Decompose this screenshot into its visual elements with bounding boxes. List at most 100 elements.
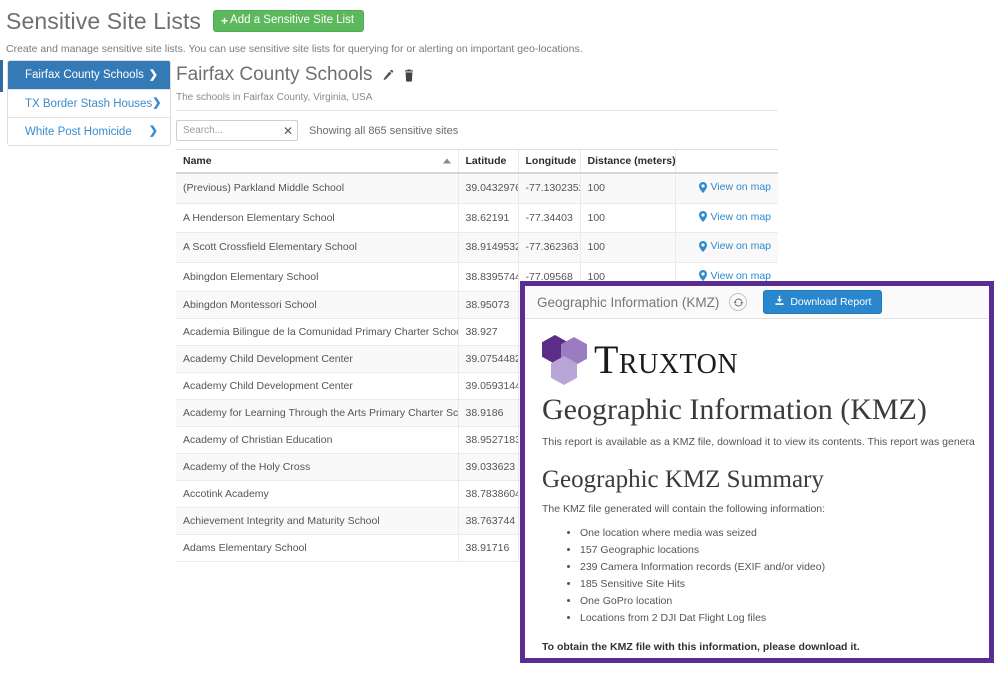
column-header-distance[interactable]: Distance (meters) [579,149,676,174]
cell-name: Academy of the Holy Cross [176,453,458,481]
view-on-map-link[interactable]: View on map [699,270,771,282]
cell-latitude: 39.0754482 [457,345,518,373]
page-subtitle: Create and manage sensitive site lists. … [6,43,583,55]
summary-list-item: 157 Geographic locations [580,542,989,559]
table-row[interactable]: A Scott Crossfield Elementary School 38.9… [176,232,778,263]
view-on-map-link[interactable]: View on map [699,181,771,193]
column-header-actions [674,149,778,174]
page-title: Sensitive Site Lists [6,7,202,34]
download-report-button[interactable]: Download Report [763,290,883,314]
cell-latitude: 38.927 [457,318,518,346]
plus-icon: + [221,14,229,28]
cell-name: Abingdon Elementary School [176,262,458,292]
cell-name: (Previous) Parkland Middle School [176,173,458,204]
sidebar-item-label: TX Border Stash Houses [25,97,153,110]
view-on-map-link[interactable]: View on map [699,240,771,252]
summary-footer-note: To obtain the KMZ file with this informa… [542,641,860,653]
cell-name: Academy for Learning Through the Arts Pr… [176,399,458,427]
summary-list-item: One location where media was seized [580,525,989,542]
summary-list-item: 185 Sensitive Site Hits [580,576,989,593]
detail-title: Fairfax County Schools [176,64,373,85]
cell-name: Accotink Academy [176,480,458,508]
detail-divider [176,110,778,111]
add-sensitive-site-list-button[interactable]: + Add a Sensitive Site List [213,10,365,32]
cell-name: Adams Elementary School [176,534,458,562]
summary-list-item: One GoPro location [580,593,989,610]
summary-intro-text: The KMZ file generated will contain the … [542,503,826,515]
clear-search-icon[interactable]: ✕ [283,125,293,137]
cell-longitude: -77.34403 [517,203,580,233]
column-header-longitude[interactable]: Longitude [517,149,580,174]
search-row: ✕ Showing all 865 sensitive sites [176,120,778,141]
cell-distance: 100 [579,232,675,263]
summary-heading: Geographic KMZ Summary [542,466,824,493]
detail-title-row: Fairfax County Schools [176,62,778,88]
search-input[interactable] [177,125,273,136]
cell-name: Abingdon Montessori School [176,291,458,319]
summary-list-item: 239 Camera Information records (EXIF and… [580,559,989,576]
table-header-row: Name Latitude Longitude Distance (meters… [176,149,778,174]
cell-name: Academia Bilingue de la Comunidad Primar… [176,318,458,346]
view-on-map-label: View on map [710,210,771,223]
sidebar-item-label: White Post Homicide [25,125,132,138]
chevron-right-icon: ❯ [148,125,158,137]
view-on-map-link[interactable]: View on map [699,211,771,223]
table-row[interactable]: (Previous) Parkland Middle School 39.0432… [176,173,778,204]
truxton-logo: Truxton [542,333,989,387]
brand-wordmark: Truxton [594,337,739,382]
report-heading: Geographic Information (KMZ) [542,393,927,426]
cell-latitude: 38.91716 [457,534,518,562]
sidebar-item-fairfax-county-schools[interactable]: Fairfax County Schools ❯ [8,61,170,89]
search-box[interactable]: ✕ [176,120,298,141]
cell-name: Academy Child Development Center [176,345,458,373]
view-on-map-label: View on map [710,240,771,252]
sensitive-site-list-sidebar: Fairfax County Schools ❯ TX Border Stash… [7,60,171,146]
cell-name: Achievement Integrity and Maturity Schoo… [176,507,458,535]
page-header: Sensitive Site Lists + Add a Sensitive S… [6,6,786,56]
map-pin-icon [699,270,708,281]
kmz-panel-header: Geographic Information (KMZ) Download Re… [525,286,989,319]
detail-subtitle: The schools in Fairfax County, Virginia,… [176,92,373,103]
sort-ascending-icon [442,158,451,164]
map-pin-icon [699,211,708,222]
pencil-icon[interactable] [381,69,394,82]
cell-name: A Scott Crossfield Elementary School [176,232,458,263]
table-row[interactable]: A Henderson Elementary School 38.62191 -77… [176,203,778,233]
cell-longitude: -77.1302352 [517,173,580,204]
active-nav-rail [0,60,3,92]
refresh-icon[interactable] [729,293,748,311]
map-pin-icon [699,240,708,252]
page-title-row: Sensitive Site Lists + Add a Sensitive S… [6,6,786,36]
geographic-information-kmz-panel: Geographic Information (KMZ) Download Re… [520,281,994,663]
cell-action: View on map [674,203,778,233]
cell-latitude: 39.0432976 [457,173,518,204]
cell-latitude: 38.8395744 [457,262,518,292]
cell-longitude: -77.362363 [517,232,580,263]
cell-distance: 100 [579,203,675,233]
cell-latitude: 38.9186 [457,399,518,427]
map-pin-icon [699,181,708,193]
cell-distance: 100 [579,173,675,204]
sidebar-item-tx-border-stash-houses[interactable]: TX Border Stash Houses ❯ [8,89,170,117]
table-head: Name Latitude Longitude Distance (meters… [176,149,778,174]
sidebar-item-label: Fairfax County Schools [25,69,144,81]
summary-list: One location where media was seized157 G… [542,525,989,627]
showing-count-text: Showing all 865 sensitive sites [309,124,459,137]
cell-latitude: 38.62191 [457,203,518,233]
report-intro-text: This report is available as a KMZ file, … [542,436,975,448]
kmz-panel-title: Geographic Information (KMZ) [537,294,720,310]
sidebar-item-white-post-homicide[interactable]: White Post Homicide ❯ [8,117,170,145]
column-header-name[interactable]: Name [176,149,458,174]
cell-name: Academy Child Development Center [176,372,458,400]
summary-list-item: Locations from 2 DJI Dat Flight Log file… [580,610,989,627]
hexagon-logo-icon [542,335,590,385]
cell-action: View on map [674,173,778,204]
cell-latitude: 38.763744 [457,507,518,535]
chevron-right-icon: ❯ [152,97,162,109]
cell-latitude: 38.7838604 [457,480,518,508]
cell-latitude: 38.9149532 [457,232,518,263]
column-header-latitude[interactable]: Latitude [457,149,518,174]
app-root: Sensitive Site Lists + Add a Sensitive S… [0,0,1000,686]
cell-name: A Henderson Elementary School [176,203,458,233]
trash-icon[interactable] [403,68,415,82]
